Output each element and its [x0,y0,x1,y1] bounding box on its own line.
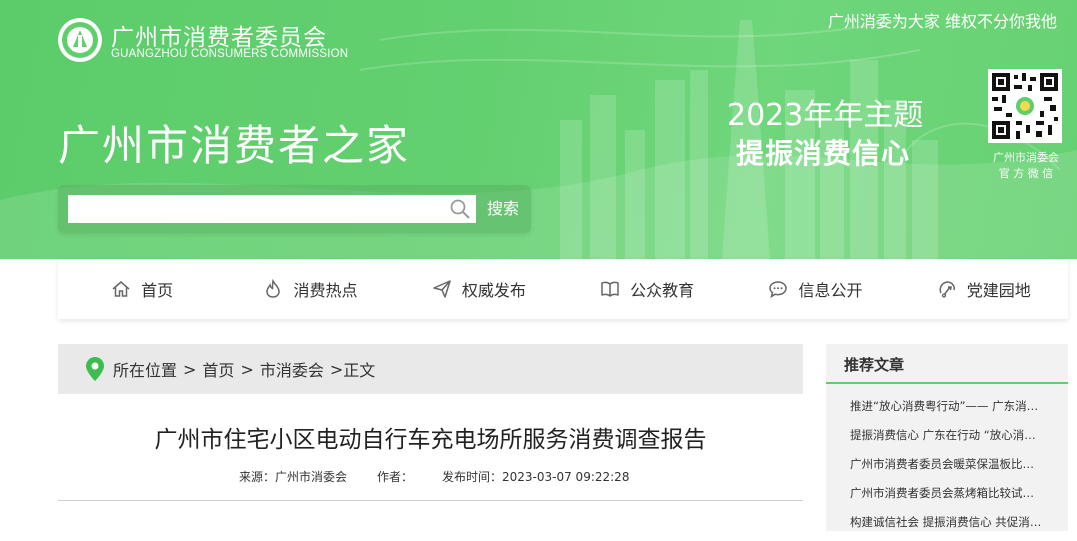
nav-label-home: 首页 [141,281,174,300]
party-icon [939,281,955,298]
breadcrumb-separator: > [240,359,254,379]
header-banner: 广州市消费者委员会 GUANGZHOU CONSUMERS COMMISSION… [0,0,1077,259]
recommended-heading: 推荐文章 [844,356,905,374]
recommended-item[interactable]: 推进“放心消费粤行动”—— 广东消委会系统持续开展放心消费活动 [826,396,1045,425]
article-publish-time: 发布时间：2023-03-07 09:22:28 [442,470,630,484]
recommended-item[interactable]: 构建诚信社会 提振消费信心 共促消费公平 [826,512,1045,541]
nav-label-party-building: 党建园地 [966,281,1031,300]
recommended-list: 推进“放心消费粤行动”—— 广东消委会系统持续开展放心消费活动 提振消费信心 广… [826,396,1068,541]
breadcrumb-current: 正文 [343,361,376,380]
recommended-heading-bar: 推荐文章 [826,344,1068,384]
qr-caption-line1: 广州市消委会 [993,151,1059,164]
recommended-item[interactable]: 广州市消费者委员会暖菜保温板比较试验报告 [826,454,1045,483]
article-author: 作者： [377,470,414,484]
wechat-qr-code [988,69,1062,143]
nav-label-disclosure: 信息公开 [798,281,863,300]
breadcrumb: 所在位置 > 首页 > 市消委会 > 正文 [58,344,803,394]
search-bar: 搜索 [58,185,531,233]
search-icon[interactable] [449,198,471,220]
recommended-item[interactable]: 广州市消费者委员会蒸烤箱比较试验报告 [826,483,1045,512]
header-slogan: 广州消委为大家 维权不分你我他 [827,12,1057,31]
article-source: 来源：广州市消委会 [239,470,348,484]
nav-item-party-building[interactable]: 党建园地 [900,259,1068,319]
qr-code-icon [988,69,1062,143]
breadcrumb-separator: > [183,359,197,379]
nav-item-releases[interactable]: 权威发布 [395,259,563,319]
nav-item-hot-topics[interactable]: 消费热点 [226,259,394,319]
breadcrumb-separator: > [329,359,344,379]
flame-icon [266,279,281,298]
nav-item-disclosure[interactable]: 信息公开 [731,259,899,319]
nav-label-education: 公众教育 [630,281,695,300]
org-name-cn: 广州市消费者委员会 [111,25,327,51]
recommended-item[interactable]: 提振消费信心 广东在行动 “放心消费粤行动” [826,425,1045,454]
search-input[interactable] [68,195,476,223]
recommended-articles-panel: 推荐文章 推进“放心消费粤行动”—— 广东消委会系统持续开展放心消费活动 提振消… [826,344,1068,531]
breadcrumb-commission[interactable]: 市消委会 [260,357,324,381]
search-button[interactable]: 搜索 [481,195,525,223]
send-icon [433,280,451,298]
theme-year-heading: 2023年年主题 [727,98,924,133]
main-nav: 首页 消费热点 权威发布 公众教育 信息公开 党建园地 [58,259,1068,319]
org-name-en: GUANGZHOU CONSUMERS COMMISSION [111,48,349,60]
breadcrumb-prefix: 所在位置 [113,361,178,380]
nav-item-education[interactable]: 公众教育 [563,259,731,319]
logo-emblem-icon [62,22,98,58]
nav-label-releases: 权威发布 [461,281,526,300]
home-icon [112,281,130,297]
site-title: 广州市消费者之家 [58,121,411,170]
theme-slogan: 提振消费信心 [736,137,911,170]
nav-label-hot-topics: 消费热点 [293,281,358,300]
qr-caption-line2: 官 方 微 信 [998,167,1054,180]
breadcrumb-home[interactable]: 首页 [202,357,234,381]
chat-icon [769,281,788,299]
article-divider [58,500,803,501]
location-pin-icon [86,357,104,381]
book-icon [601,281,619,297]
article-title: 广州市住宅小区电动自行车充电场所服务消费调查报告 [154,427,707,453]
consumer-commission-logo[interactable] [58,18,102,62]
nav-item-home[interactable]: 首页 [58,259,226,319]
qr-caption: 广州市消委会 官 方 微 信 [982,150,1070,182]
